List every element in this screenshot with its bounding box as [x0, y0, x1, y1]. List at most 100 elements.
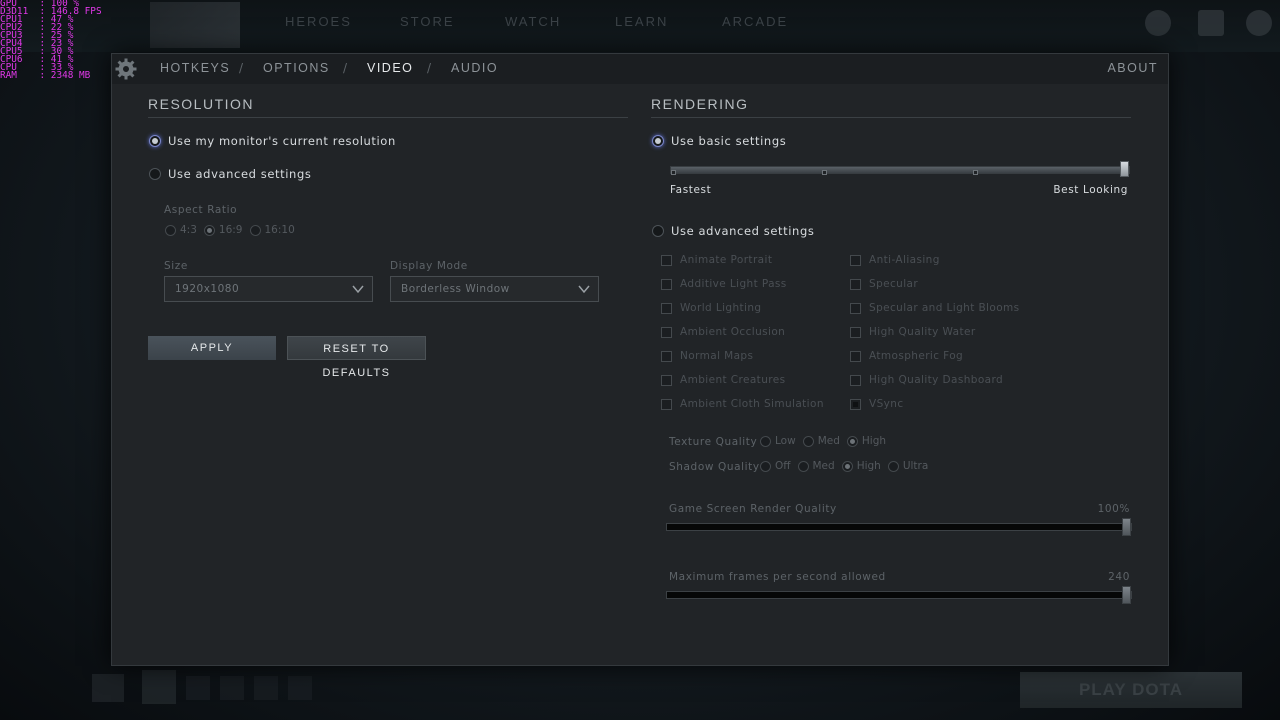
- checkbox-icon[interactable]: [661, 278, 672, 290]
- radio-button-icon[interactable]: [760, 435, 771, 447]
- advanced-checkbox[interactable]: Atmospheric Fog: [850, 350, 963, 362]
- radio-button-icon[interactable]: [149, 168, 161, 180]
- checkbox-icon[interactable]: [850, 350, 861, 362]
- checkbox-icon[interactable]: [850, 254, 861, 266]
- checkbox-icon[interactable]: [850, 302, 861, 314]
- advanced-checkbox[interactable]: High Quality Water: [850, 326, 976, 338]
- checkbox-icon[interactable]: [661, 326, 672, 338]
- aspect-ratio-option[interactable]: 16:9: [203, 224, 243, 236]
- checkbox-icon[interactable]: [850, 326, 861, 338]
- texture-quality-option[interactable]: Med: [802, 435, 840, 447]
- size-dropdown[interactable]: 1920x1080: [164, 276, 373, 302]
- checkbox-label: Additive Light Pass: [680, 278, 787, 290]
- option-label: High: [856, 460, 881, 472]
- radio-button-icon[interactable]: [887, 460, 899, 472]
- advanced-checkbox[interactable]: World Lighting: [661, 302, 761, 314]
- checkbox-icon[interactable]: [661, 398, 672, 410]
- option-label: Med: [817, 435, 840, 447]
- settings-tab-bar: HOTKEYS / OPTIONS / VIDEO / AUDIO ABOUT: [112, 54, 1168, 84]
- aspect-ratio-label: Aspect Ratio: [164, 204, 238, 216]
- advanced-checkbox[interactable]: Anti-Aliasing: [850, 254, 940, 266]
- radio-button-icon[interactable]: [652, 135, 664, 147]
- render-quality-slider[interactable]: [666, 518, 1132, 536]
- slider-thumb[interactable]: [1122, 518, 1131, 536]
- advanced-checkbox[interactable]: Ambient Occlusion: [661, 326, 785, 338]
- radio-label: Use basic settings: [671, 134, 787, 148]
- tab-separator: /: [239, 61, 244, 75]
- checkbox-label: VSync: [869, 398, 904, 410]
- tab-video[interactable]: VIDEO: [367, 61, 413, 75]
- option-label: Low: [775, 435, 796, 447]
- radio-button-icon[interactable]: [846, 435, 858, 447]
- shadow-quality-option[interactable]: Off: [760, 460, 791, 472]
- shadow-quality-option[interactable]: Med: [797, 460, 835, 472]
- tab-about[interactable]: ABOUT: [1107, 61, 1158, 75]
- rendering-quality-slider[interactable]: [670, 161, 1130, 177]
- advanced-checkbox[interactable]: Animate Portrait: [661, 254, 772, 266]
- radio-button-icon[interactable]: [797, 460, 809, 472]
- performance-overlay: GPU : 100 % D3D11 : 146.8 FPS CPU1 : 47 % C…: [0, 0, 102, 80]
- aspect-ratio-option[interactable]: 16:10: [249, 224, 295, 236]
- radio-button-icon[interactable]: [249, 224, 261, 236]
- tab-options[interactable]: OPTIONS: [263, 61, 330, 75]
- checkbox-icon[interactable]: [850, 374, 861, 386]
- checkbox-icon[interactable]: [661, 374, 672, 386]
- radio-use-monitor-resolution[interactable]: Use my monitor's current resolution: [149, 134, 396, 148]
- option-label: 4:3: [180, 224, 197, 236]
- gear-icon[interactable]: [114, 57, 138, 81]
- divider: [148, 117, 628, 118]
- advanced-checkbox[interactable]: Ambient Creatures: [661, 374, 785, 386]
- radio-button-icon[interactable]: [841, 460, 853, 472]
- radio-button-icon[interactable]: [165, 224, 176, 236]
- slider-thumb[interactable]: [1122, 586, 1131, 604]
- tab-hotkeys[interactable]: HOTKEYS: [160, 61, 230, 75]
- display-mode-value: Borderless Window: [401, 283, 510, 295]
- shadow-quality-option[interactable]: Ultra: [887, 460, 929, 472]
- checkbox-label: Ambient Creatures: [680, 374, 786, 386]
- advanced-checkbox[interactable]: VSync: [850, 398, 904, 410]
- radio-button-icon[interactable]: [149, 135, 161, 147]
- advanced-checkbox[interactable]: Ambient Cloth Simulation: [661, 398, 824, 410]
- radio-label: Use my monitor's current resolution: [168, 134, 396, 148]
- option-label: Ultra: [902, 460, 929, 472]
- radio-button-icon[interactable]: [802, 435, 814, 447]
- apply-button[interactable]: APPLY: [148, 336, 276, 360]
- radio-use-advanced-resolution[interactable]: Use advanced settings: [149, 167, 311, 181]
- max-fps-value: 240: [1108, 571, 1130, 583]
- checkbox-icon[interactable]: [850, 278, 861, 290]
- radio-button-icon[interactable]: [203, 224, 215, 236]
- checkbox-label: High Quality Dashboard: [869, 374, 1004, 386]
- option-label: High: [861, 435, 887, 447]
- shadow-quality-option[interactable]: High: [841, 460, 881, 472]
- radio-use-basic-settings[interactable]: Use basic settings: [652, 134, 786, 148]
- checkbox-icon[interactable]: [850, 398, 861, 410]
- tab-separator: /: [427, 61, 432, 75]
- nav-watch: WATCH: [505, 14, 562, 29]
- radio-button-icon[interactable]: [652, 225, 664, 237]
- checkbox-icon[interactable]: [661, 254, 672, 266]
- radio-button-icon[interactable]: [760, 460, 771, 472]
- checkbox-icon[interactable]: [661, 350, 672, 362]
- texture-quality-options: Low Med High: [760, 435, 893, 447]
- texture-quality-option[interactable]: High: [846, 435, 887, 447]
- texture-quality-option[interactable]: Low: [760, 435, 796, 447]
- checkbox-icon[interactable]: [661, 302, 672, 314]
- radio-use-advanced-rendering[interactable]: Use advanced settings: [652, 224, 814, 238]
- render-quality-value: 100%: [1097, 503, 1130, 515]
- advanced-checkbox[interactable]: Specular and Light Blooms: [850, 302, 1020, 314]
- inventory-icon: [1198, 10, 1224, 36]
- advanced-checkbox[interactable]: Specular: [850, 278, 918, 290]
- advanced-checkbox[interactable]: High Quality Dashboard: [850, 374, 1003, 386]
- display-mode-dropdown[interactable]: Borderless Window: [390, 276, 599, 302]
- tab-audio[interactable]: AUDIO: [451, 61, 498, 75]
- reset-to-defaults-button[interactable]: RESET TO DEFAULTS: [287, 336, 426, 379]
- aspect-ratio-option[interactable]: 4:3: [165, 224, 197, 236]
- slider-thumb[interactable]: [1120, 161, 1129, 177]
- advanced-checkbox[interactable]: Normal Maps: [661, 350, 753, 362]
- max-fps-slider[interactable]: [666, 586, 1132, 604]
- settings-dialog: HOTKEYS / OPTIONS / VIDEO / AUDIO ABOUT …: [111, 53, 1169, 666]
- advanced-checkbox[interactable]: Additive Light Pass: [661, 278, 787, 290]
- checkbox-label: World Lighting: [680, 302, 762, 314]
- checkbox-label: Ambient Cloth Simulation: [680, 398, 824, 410]
- option-label: Off: [775, 460, 791, 472]
